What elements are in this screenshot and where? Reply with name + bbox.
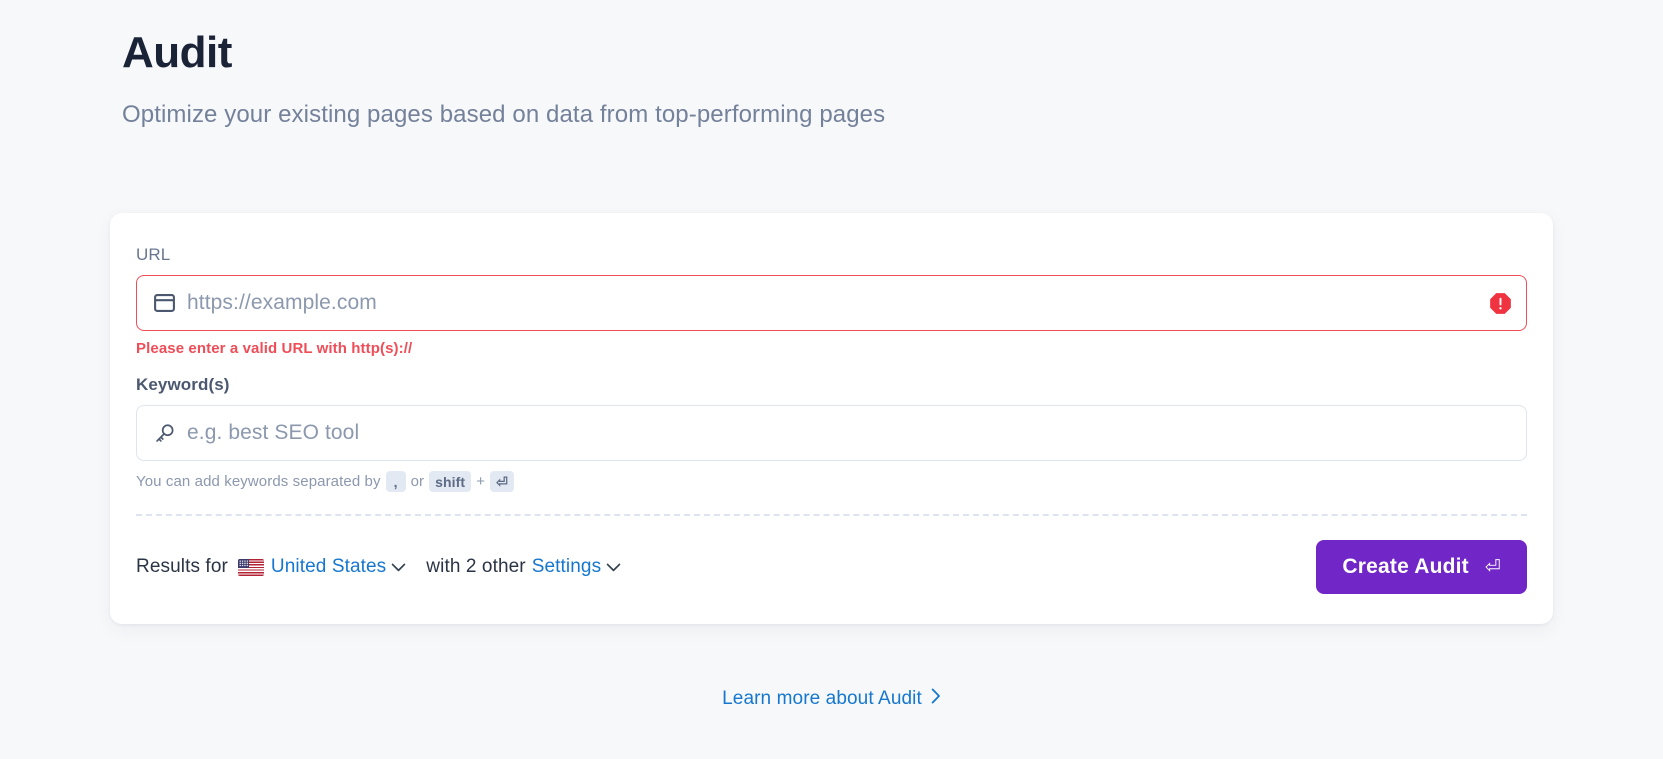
learn-more-label: Learn more about Audit [722, 688, 922, 709]
url-field-label: URL [136, 245, 171, 264]
keyword-field-label: Keyword(s) [136, 375, 230, 394]
create-audit-button-label: Create Audit [1342, 555, 1469, 578]
page-title: Audit [122, 28, 232, 77]
kbd-enter: ⏎ [490, 471, 514, 492]
audit-page: Audit Optimize your existing pages based… [0, 0, 1663, 759]
with-other-label: with 2 other [426, 556, 526, 577]
united-states-flag-icon [237, 558, 264, 576]
learn-more-container: Learn more about Audit [0, 688, 1663, 710]
keyword-helper-plus: + [476, 473, 486, 490]
error-octagon-icon [1488, 291, 1512, 315]
settings-selector[interactable]: Settings [532, 556, 621, 578]
keyword-helper-text: You can add keywords separated by , or s… [136, 471, 1527, 492]
url-error-message: Please enter a valid URL with http(s):// [136, 340, 413, 357]
key-icon [153, 422, 175, 444]
country-selector[interactable]: United States [271, 556, 406, 578]
url-input[interactable] [187, 291, 1478, 315]
form-footer-row: Results for United States with 2 other S… [136, 540, 1527, 598]
audit-form-card: URL Please enter a valid URL with http(s… [110, 213, 1553, 624]
create-audit-button[interactable]: Create Audit ⏎ [1316, 540, 1527, 594]
settings-selector-label: Settings [531, 556, 602, 577]
country-selector-label: United States [270, 556, 387, 577]
kbd-comma: , [385, 471, 406, 492]
results-settings-line: Results for United States with 2 other S… [136, 556, 621, 578]
page-header: Audit Optimize your existing pages based… [0, 0, 1663, 129]
chevron-right-icon [931, 688, 941, 710]
chevron-down-icon [391, 563, 406, 572]
learn-more-link[interactable]: Learn more about Audit [722, 688, 941, 710]
enter-key-icon: ⏎ [1484, 556, 1501, 578]
browser-window-icon [153, 292, 175, 314]
kbd-shift: shift [429, 471, 472, 492]
keyword-helper-middle: or [410, 473, 425, 490]
chevron-down-icon [606, 563, 621, 572]
form-divider [136, 514, 1527, 516]
keyword-input[interactable] [187, 421, 1512, 445]
keyword-input-wrapper[interactable] [136, 405, 1527, 461]
keyword-helper-prefix: You can add keywords separated by [136, 473, 381, 490]
results-for-label: Results for [136, 556, 228, 577]
url-input-wrapper[interactable] [136, 275, 1527, 331]
page-subtitle: Optimize your existing pages based on da… [122, 100, 886, 128]
